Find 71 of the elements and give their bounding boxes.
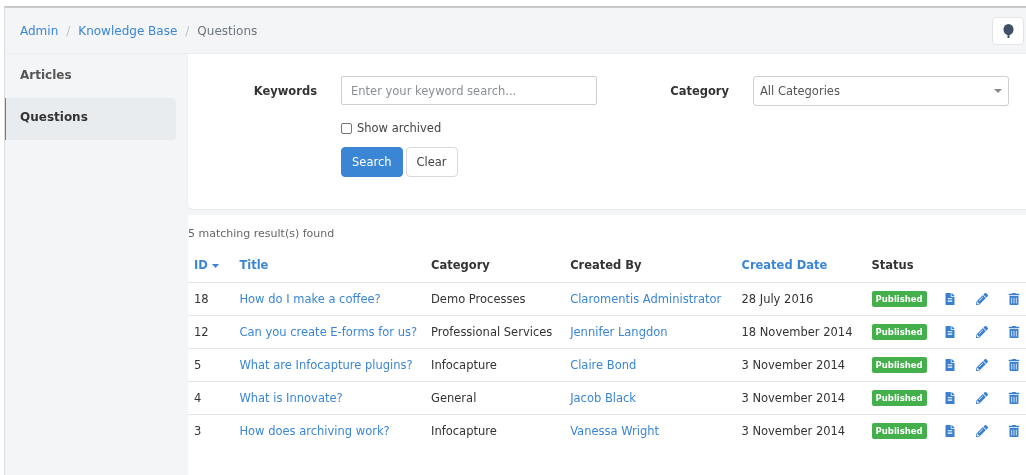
author-link[interactable]: Vanessa Wright	[570, 424, 660, 438]
edit-icon[interactable]	[976, 293, 988, 305]
checkbox-label: Show archived	[357, 121, 442, 135]
question-link[interactable]: How does archiving work?	[239, 424, 390, 438]
status-badge: Published	[871, 423, 927, 439]
status-badge: Published	[871, 291, 927, 307]
question-link[interactable]: How do I make a coffee?	[239, 292, 381, 306]
breadcrumb-separator: /	[185, 23, 190, 38]
edit-icon[interactable]	[976, 326, 988, 338]
table-cell: 5	[188, 348, 234, 382]
table-cell: Infocapture	[425, 414, 565, 447]
column-header: Category	[425, 258, 565, 283]
sidebar-item[interactable]: Articles	[5, 56, 176, 98]
table-cell: 4	[188, 381, 234, 415]
column-header: Created By	[564, 258, 736, 283]
table-cell: 3	[188, 414, 234, 447]
edit-icon[interactable]	[976, 359, 988, 371]
delete-icon[interactable]	[1008, 326, 1020, 338]
author-link[interactable]: Jacob Black	[570, 391, 636, 405]
category-dropdown[interactable]: All Categories	[753, 76, 1009, 106]
edit-icon[interactable]	[976, 392, 988, 404]
column-header[interactable]: Title	[233, 258, 425, 283]
author-link[interactable]: Jennifer Langdon	[570, 325, 668, 339]
column-header[interactable]: ID	[188, 258, 234, 283]
table-cell: 3 November 2014	[735, 414, 866, 447]
keyword-field[interactable]: Enter your keyword search...	[341, 76, 597, 105]
delete-icon[interactable]	[1008, 359, 1020, 371]
column-header[interactable]: Created Date	[735, 258, 866, 283]
edit-icon[interactable]	[976, 425, 988, 437]
author-link[interactable]: Claromentis Administrator	[570, 292, 722, 306]
delete-icon[interactable]	[1008, 392, 1020, 404]
table-cell: 3 November 2014	[735, 381, 866, 415]
field-label: Category	[670, 84, 729, 98]
document-icon[interactable]	[944, 293, 956, 305]
document-icon[interactable]	[944, 326, 956, 338]
status-badge: Published	[871, 390, 927, 406]
question-link[interactable]: Can you create E-forms for us?	[239, 325, 418, 339]
delete-icon[interactable]	[1008, 425, 1020, 437]
table-cell: 18 November 2014	[735, 315, 866, 349]
table-cell: 12	[188, 315, 234, 349]
breadcrumb-separator: /	[66, 23, 71, 38]
table-cell: 3 November 2014	[735, 348, 866, 382]
field-label: Keywords	[253, 84, 317, 98]
status-badge: Published	[871, 357, 927, 373]
tree-icon	[1002, 23, 1014, 38]
document-icon[interactable]	[944, 425, 956, 437]
document-icon[interactable]	[944, 359, 956, 371]
author-link[interactable]: Claire Bond	[570, 358, 637, 372]
table-cell: Demo Processes	[425, 282, 565, 316]
action-button[interactable]: Search	[341, 147, 403, 177]
sort-caret-icon	[211, 263, 219, 268]
table-cell: General	[425, 381, 565, 415]
checkbox[interactable]	[341, 122, 352, 134]
result-count: 5 matching result(s) found	[188, 227, 336, 240]
document-icon[interactable]	[944, 392, 956, 404]
table-cell: 28 July 2016	[735, 282, 866, 316]
current-page-label: Questions	[197, 23, 258, 38]
sidebar-item[interactable]: Questions	[5, 98, 176, 140]
delete-icon[interactable]	[1008, 293, 1020, 305]
column-header: Status	[865, 258, 938, 283]
table-cell: Professional Services	[425, 315, 565, 349]
action-button[interactable]: Clear	[405, 147, 458, 177]
breadcrumb-link[interactable]: Knowledge Base	[78, 23, 178, 38]
breadcrumb-link[interactable]: Admin	[20, 23, 59, 38]
question-link[interactable]: What are Infocapture plugins?	[239, 358, 413, 372]
status-badge: Published	[871, 324, 927, 340]
table-cell: Infocapture	[425, 348, 565, 382]
question-link[interactable]: What is Innovate?	[239, 391, 343, 405]
table-cell: 18	[188, 282, 234, 316]
tree-button[interactable]	[992, 16, 1024, 45]
caret-icon	[994, 89, 1002, 93]
